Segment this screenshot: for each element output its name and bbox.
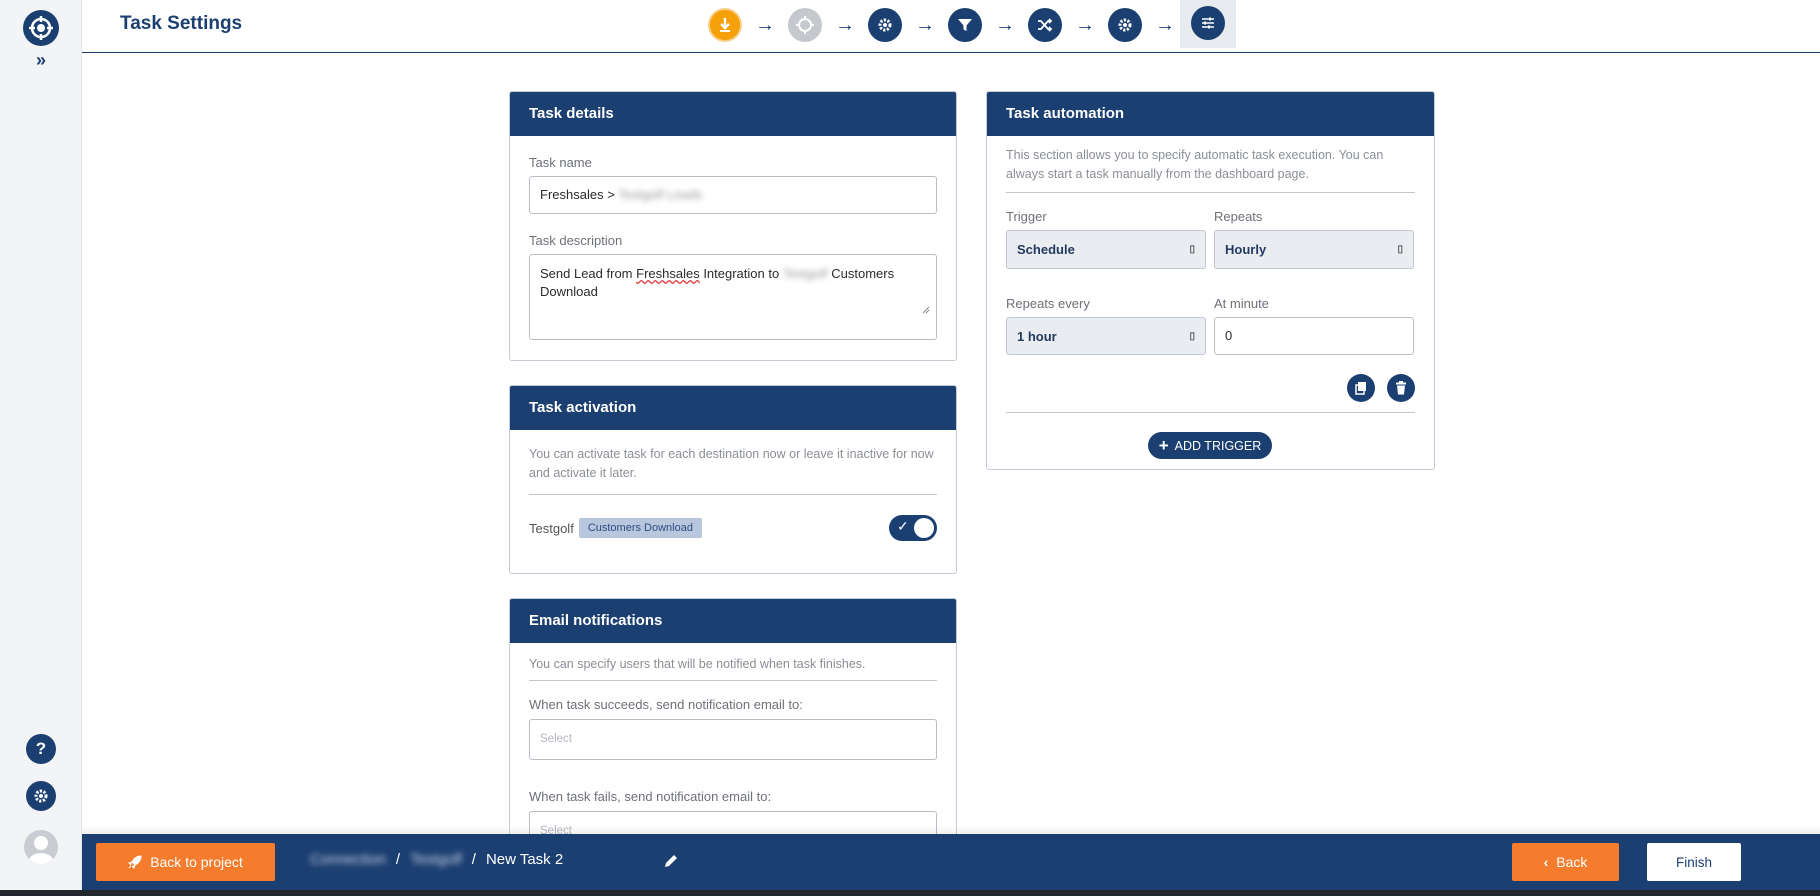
help-icon[interactable]: ?: [26, 734, 56, 764]
divider: [1006, 412, 1415, 413]
task-details-heading: Task details: [510, 92, 956, 136]
finish-button[interactable]: Finish: [1647, 843, 1741, 881]
copy-trigger-icon[interactable]: [1347, 374, 1375, 402]
delete-trigger-icon[interactable]: [1387, 374, 1415, 402]
destination-badge: Customers Download: [578, 518, 702, 538]
chevron-left-icon: ‹: [1543, 854, 1549, 870]
repeats-every-value: 1 hour: [1017, 328, 1057, 344]
breadcrumb-connection[interactable]: Connection: [310, 851, 386, 868]
email-notifications-heading: Email notifications: [510, 599, 956, 643]
task-details-card: Task details Task name Freshsales > Test…: [509, 91, 957, 361]
rocket-icon: [128, 855, 142, 869]
breadcrumb: Connection / Testgolf / New Task 2: [310, 851, 563, 868]
resize-handle-icon[interactable]: [922, 306, 930, 314]
arrow-right-icon: →: [1075, 13, 1095, 36]
filter-step-icon[interactable]: [948, 8, 982, 42]
check-icon: ✓: [897, 518, 909, 534]
active-step-highlight: [1180, 0, 1236, 48]
at-minute-input[interactable]: 0: [1214, 317, 1414, 355]
description-spellcheck-word: Freshsales: [636, 266, 700, 281]
wizard-steps: → → → → → →: [708, 0, 1236, 48]
task-automation-info: This section allows you to specify autom…: [1006, 148, 1384, 181]
description-text: Integration to: [699, 266, 783, 281]
settings-gear-icon[interactable]: [26, 781, 56, 811]
app-root: » ? Task Settings → → → → → → Task detai…: [0, 0, 1820, 896]
fail-email-label: When task fails, send notification email…: [529, 789, 772, 804]
toggle-knob: [914, 518, 934, 538]
breadcrumb-separator: /: [395, 851, 401, 868]
success-email-select[interactable]: Select: [529, 719, 937, 760]
expand-sidebar-icon[interactable]: »: [31, 50, 51, 70]
select-caret-icon: ▯: [1189, 330, 1195, 342]
back-button[interactable]: ‹ Back: [1512, 843, 1619, 881]
arrow-right-icon: →: [755, 13, 775, 36]
back-label: Back: [1556, 854, 1588, 870]
email-notifications-card: Email notifications You can specify user…: [509, 598, 957, 852]
task-description-textarea[interactable]: Send Lead from Freshsales Integration to…: [529, 254, 937, 340]
repeats-select[interactable]: Hourly ▯: [1214, 230, 1414, 269]
repeats-value: Hourly: [1225, 242, 1267, 257]
task-description-label: Task description: [529, 233, 623, 248]
back-to-project-label: Back to project: [150, 854, 243, 870]
breadcrumb-destination[interactable]: Testgolf: [410, 851, 462, 868]
task-name-input[interactable]: Freshsales > Testgolf Leads: [529, 176, 937, 214]
task-name-blurred-value: Testgolf Leads: [618, 187, 703, 202]
footer-bar: Back to project Connection / Testgolf / …: [82, 834, 1820, 890]
arrow-right-icon: →: [835, 13, 855, 36]
page-title: Task Settings: [120, 13, 243, 34]
divider: [1006, 192, 1415, 193]
back-to-project-button[interactable]: Back to project: [96, 843, 275, 881]
arrow-right-icon: →: [995, 13, 1015, 36]
plus-icon: +: [1158, 435, 1169, 455]
taskbar-strip: [0, 890, 1820, 896]
settings-step-2-icon[interactable]: [1108, 8, 1142, 42]
select-caret-icon: ▯: [1397, 244, 1403, 255]
trigger-select[interactable]: Schedule ▯: [1006, 230, 1206, 269]
task-settings-step-icon[interactable]: [1191, 5, 1225, 40]
shuffle-step-icon[interactable]: [1028, 8, 1062, 42]
repeats-every-label: Repeats every: [1006, 296, 1090, 311]
repeats-every-select[interactable]: 1 hour ▯: [1006, 317, 1206, 355]
task-automation-card: Task automation This section allows you …: [986, 91, 1435, 470]
page-header: Task Settings → → → → → →: [82, 0, 1820, 53]
edit-pencil-icon[interactable]: [662, 852, 680, 870]
app-logo-icon[interactable]: [23, 10, 59, 46]
task-activation-info: You can activate task for each destinati…: [529, 447, 934, 480]
footer-shadow: [82, 826, 1820, 834]
trigger-value: Schedule: [1017, 242, 1075, 257]
breadcrumb-separator: /: [471, 851, 476, 868]
trigger-label: Trigger: [1006, 209, 1047, 224]
at-minute-label: At minute: [1214, 296, 1269, 311]
settings-step-icon[interactable]: [868, 8, 902, 42]
breadcrumb-task-name: New Task 2: [485, 851, 564, 868]
arrow-right-icon: →: [915, 13, 935, 36]
task-activation-heading: Task activation: [510, 386, 956, 430]
activation-toggle[interactable]: ✓: [889, 515, 937, 541]
add-trigger-label: ADD TRIGGER: [1174, 438, 1262, 453]
divider: [529, 680, 937, 681]
connector-step-icon[interactable]: [788, 8, 822, 42]
user-avatar[interactable]: [24, 830, 58, 864]
task-name-value: Freshsales >: [540, 187, 615, 202]
left-sidebar: » ?: [0, 0, 82, 896]
repeats-label: Repeats: [1214, 209, 1263, 224]
task-name-label: Task name: [529, 155, 592, 170]
task-automation-heading: Task automation: [987, 92, 1434, 136]
success-email-label: When task succeeds, send notification em…: [529, 697, 803, 712]
divider: [529, 494, 937, 495]
description-blurred-text: Testgolf: [782, 266, 828, 281]
description-text: Send Lead from: [540, 266, 637, 281]
add-trigger-button[interactable]: + ADD TRIGGER: [1148, 432, 1272, 459]
select-caret-icon: ▯: [1189, 244, 1195, 255]
destination-name: Testgolf: [529, 520, 574, 536]
download-step-icon[interactable]: [708, 8, 742, 42]
email-notifications-info: You can specify users that will be notif…: [529, 657, 866, 671]
task-activation-card: Task activation You can activate task fo…: [509, 385, 957, 574]
